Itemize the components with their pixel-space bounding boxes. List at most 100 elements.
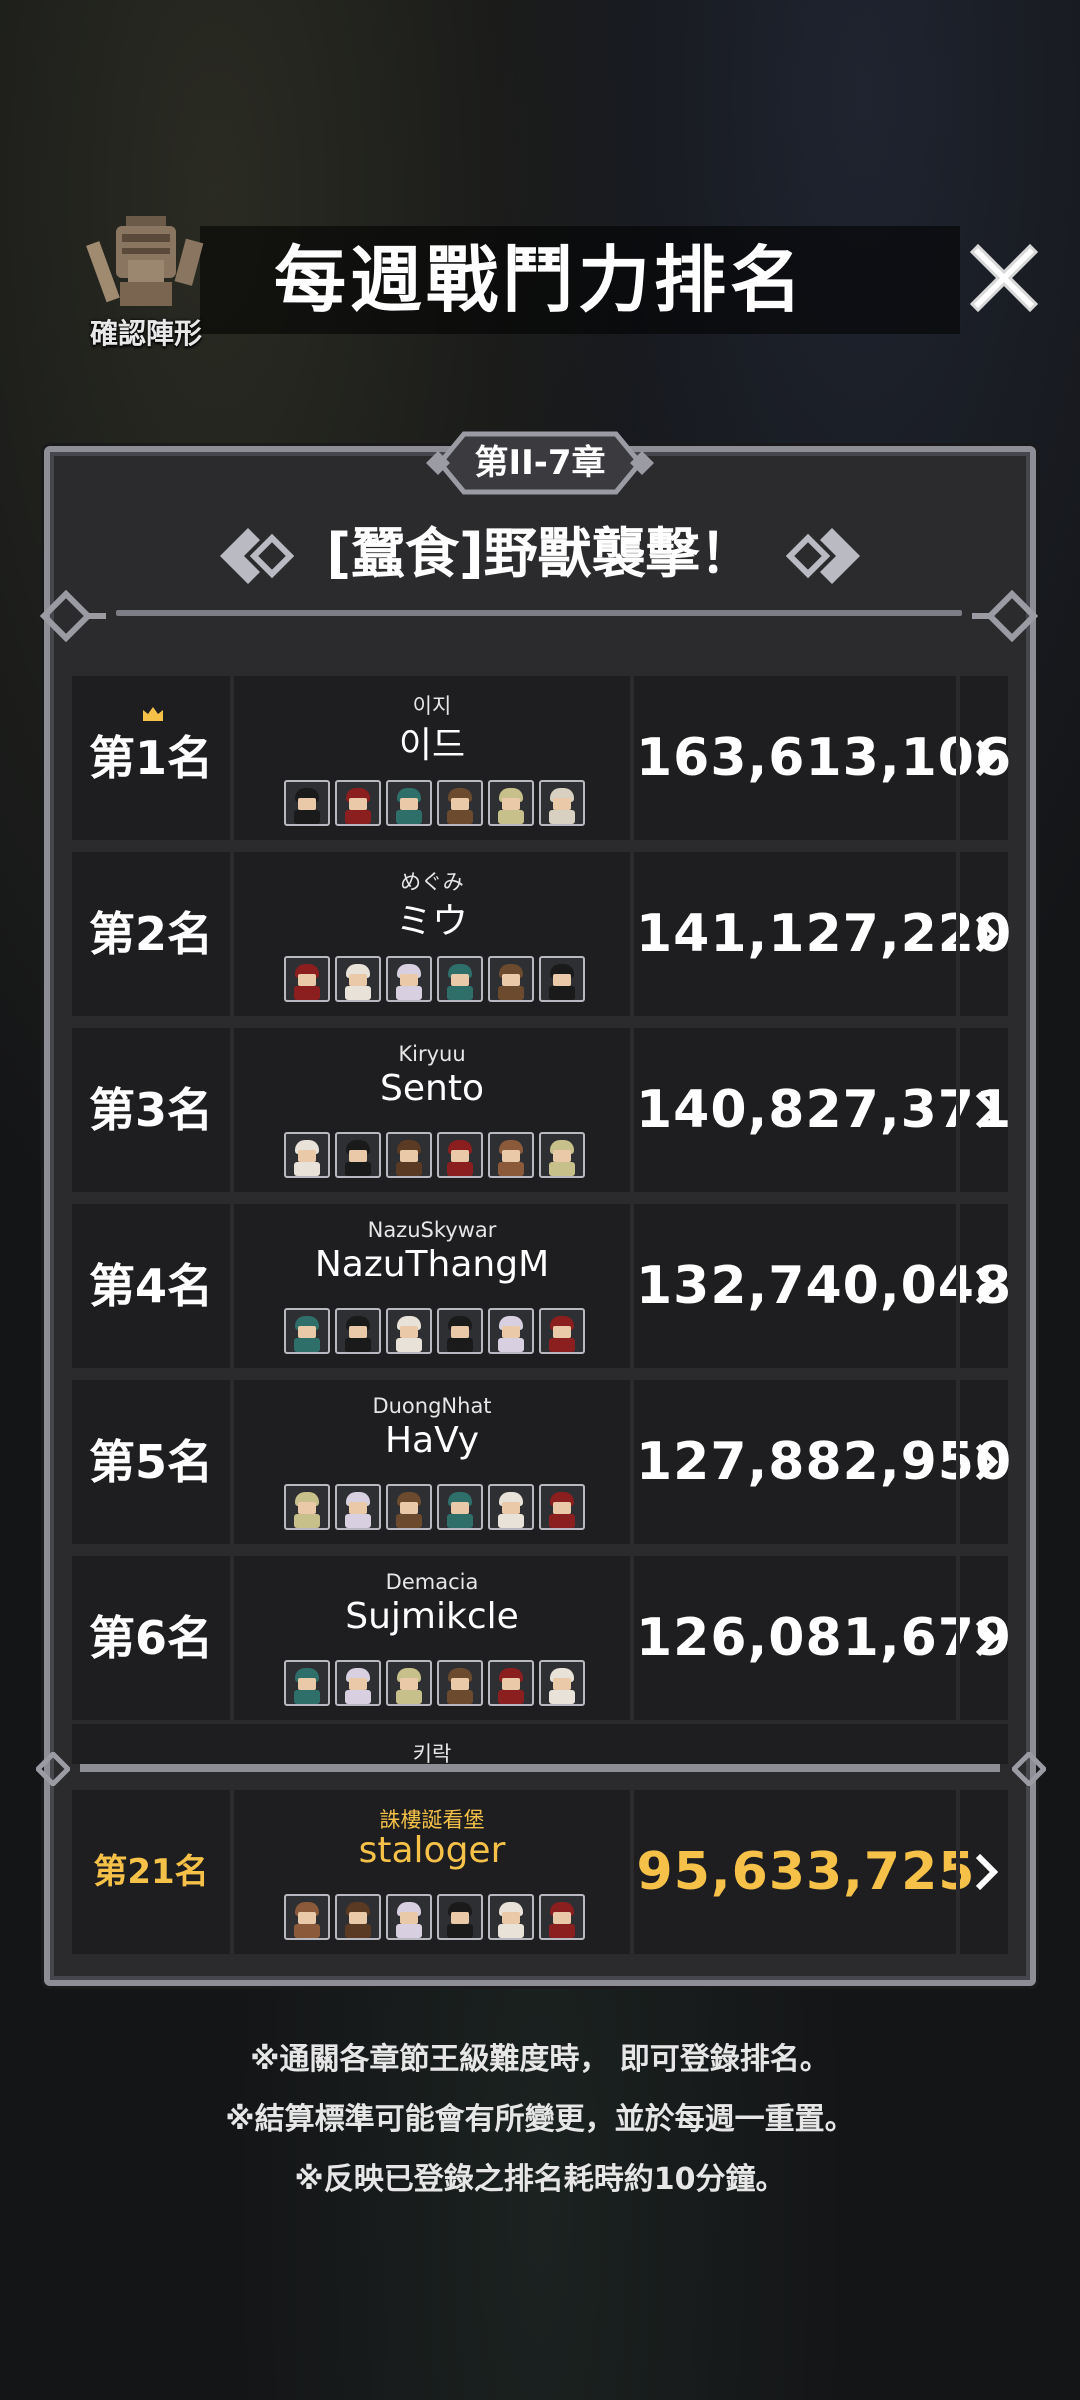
hero-portrait: [386, 1484, 432, 1530]
player-name: HaVy: [384, 1420, 480, 1461]
hero-portrait: [284, 1484, 330, 1530]
hero-portrait: [386, 1894, 432, 1940]
player-cell: NazuSkywar NazuThangM: [234, 1204, 634, 1368]
hero-portrait: [437, 1308, 483, 1354]
ornament-left-icon: [220, 528, 294, 584]
chevron-right-icon: [975, 915, 998, 953]
note-line: ※反映已登錄之排名耗時約10分鐘。: [294, 2162, 786, 2197]
formation-label: 確認陣形: [89, 317, 202, 350]
hero-portrait: [284, 1132, 330, 1178]
hero-portrait: [335, 1132, 381, 1178]
rank-label: 第6名: [88, 1611, 213, 1665]
hero-portrait: [488, 1484, 534, 1530]
chevron-right-icon: [975, 1619, 998, 1657]
hero-portrait: [437, 1894, 483, 1940]
note-line: ※結算標準可能會有所變更，並於每週一重置。: [225, 2102, 855, 2137]
ranking-row[interactable]: 第2名 めぐみ ミウ 141,127,220: [72, 852, 1013, 1016]
combat-power: 163,613,106: [636, 728, 1013, 788]
hero-portrait: [386, 780, 432, 826]
rank-cell: 第6名: [72, 1556, 234, 1720]
combat-power: 140,827,371: [636, 1080, 1013, 1140]
detail-button[interactable]: [956, 1204, 1012, 1368]
combat-power: 132,740,048: [636, 1256, 1013, 1316]
combat-power: 95,633,725: [636, 1842, 976, 1902]
hero-portrait: [335, 1484, 381, 1530]
player-name: NazuThangM: [314, 1244, 550, 1285]
ranking-row[interactable]: 第5名 DuongNhat HaVy 127,882,950: [72, 1380, 1011, 1544]
rank-label: 第3名: [88, 1083, 213, 1137]
my-ranking-row[interactable]: 第21名 誅樓誕看堡 staloger 95,633,725: [72, 1790, 1008, 1954]
detail-button[interactable]: [956, 852, 1012, 1016]
team-lineup: [284, 1132, 588, 1180]
hero-portrait: [539, 1308, 585, 1354]
player-cell: めぐみ ミウ: [234, 852, 634, 1016]
ranking-row[interactable]: 第1名 이지 이드 163,613,106: [72, 676, 1013, 840]
team-lineup: [284, 780, 588, 828]
combat-power: 141,127,220: [636, 904, 1013, 964]
detail-button[interactable]: [956, 676, 1012, 840]
rank-label: 第2名: [88, 907, 213, 961]
ranking-row[interactable]: 第4名 NazuSkywar NazuThangM 132,740,048: [72, 1204, 1013, 1368]
player-cell: 이지 이드: [234, 676, 634, 840]
chevron-right-icon: [975, 739, 998, 777]
hero-portrait: [488, 1308, 534, 1354]
guild-name: Demacia: [385, 1570, 479, 1594]
note-line: ※通關各章節王級難度時， 即可登錄排名。: [250, 2042, 830, 2077]
hero-portrait: [437, 1660, 483, 1706]
rank-cell: 第5名: [72, 1380, 234, 1544]
player-cell: Demacia Sujmikcle: [234, 1556, 634, 1720]
knight-helmet-icon: [86, 216, 204, 306]
guild-name: DuongNhat: [372, 1394, 492, 1418]
stage-title: [蠶食]野獸襲擊！: [326, 522, 754, 585]
ornament-right-icon: [786, 528, 860, 584]
close-button[interactable]: [964, 238, 1044, 318]
hero-portrait: [386, 1660, 432, 1706]
close-icon: [969, 243, 1039, 313]
detail-button[interactable]: [956, 1790, 1012, 1954]
team-lineup: [284, 1894, 588, 1942]
gem-left-icon: [40, 590, 106, 642]
separator-gem-left-icon: [36, 1752, 70, 1786]
page-title: 每週戰鬥力排名: [273, 238, 806, 322]
player-cell: DuongNhat HaVy: [234, 1380, 634, 1544]
guild-name: NazuSkywar: [367, 1218, 497, 1242]
hero-portrait: [284, 1660, 330, 1706]
rank-label: 第21名: [93, 1852, 209, 1892]
ranking-row[interactable]: 第6名 Demacia Sujmikcle 126,081,679: [72, 1556, 1011, 1720]
my-rank-separator: [80, 1764, 1000, 1772]
hero-portrait: [335, 1660, 381, 1706]
hero-portrait: [335, 1308, 381, 1354]
rank-label: 第4名: [88, 1259, 213, 1313]
rank-label: 第1名: [88, 731, 213, 785]
hero-portrait: [539, 1484, 585, 1530]
player-cell: Kiryuu Sento: [234, 1028, 634, 1192]
formation-button[interactable]: 確認陣形: [76, 212, 216, 352]
list-item-partial[interactable]: 키락: [72, 1724, 1008, 1764]
hero-portrait: [437, 780, 483, 826]
rank-cell: 第1名: [72, 676, 234, 840]
hero-portrait: [284, 1894, 330, 1940]
hero-portrait: [488, 1894, 534, 1940]
player-cell: 誅樓誕看堡 staloger: [234, 1790, 634, 1954]
hero-portrait: [284, 956, 330, 1002]
hero-portrait: [335, 956, 381, 1002]
chevron-right-icon: [975, 1267, 998, 1305]
hero-portrait: [284, 780, 330, 826]
chapter-tag: 第II-7章: [420, 426, 660, 500]
detail-button[interactable]: [956, 1556, 1012, 1720]
chevron-right-icon: [975, 1091, 998, 1129]
detail-button[interactable]: [956, 1380, 1012, 1544]
ranking-row[interactable]: 第3名 Kiryuu Sento 140,827,371: [72, 1028, 1013, 1192]
hero-portrait: [437, 1484, 483, 1530]
team-lineup: [284, 1660, 588, 1708]
player-name: Sujmikcle: [345, 1596, 519, 1637]
ranking-notes: ※通關各章節王級難度時， 即可登錄排名。 ※結算標準可能會有所變更，並於每週一重…: [0, 2030, 1080, 2210]
detail-button[interactable]: [956, 1028, 1012, 1192]
player-name: 이드: [398, 725, 466, 766]
hero-portrait: [335, 1894, 381, 1940]
hero-portrait: [539, 1660, 585, 1706]
player-name: ミウ: [395, 901, 468, 942]
team-lineup: [284, 1308, 588, 1356]
hero-portrait: [488, 956, 534, 1002]
rank-cell: 第4名: [72, 1204, 234, 1368]
